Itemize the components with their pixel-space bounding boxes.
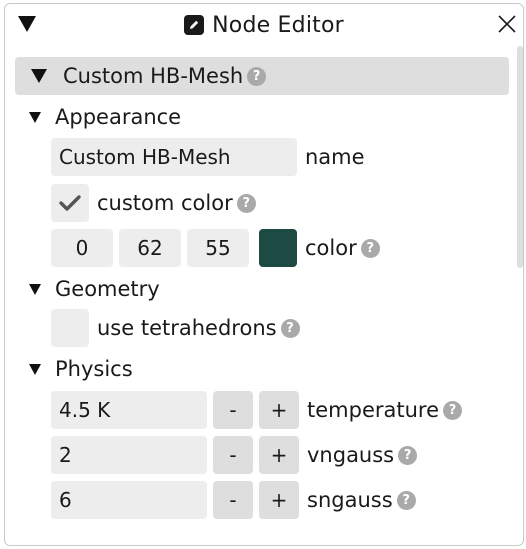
section-geometry-toggle[interactable]: Geometry [29, 274, 160, 304]
color-label-text: color [305, 236, 357, 260]
help-icon[interactable]: ? [443, 400, 462, 420]
help-icon[interactable]: ? [398, 445, 418, 465]
vngauss-increment-button[interactable]: + [259, 436, 299, 474]
color-row: 0 62 55 color ? [51, 229, 380, 267]
use-tetrahedrons-label: use tetrahedrons ? [97, 316, 300, 340]
name-input[interactable]: Custom HB-Mesh [51, 138, 297, 176]
use-tetrahedrons-label-text: use tetrahedrons [97, 316, 277, 340]
name-label: name [305, 145, 365, 169]
color-g-input[interactable]: 62 [119, 229, 181, 267]
temperature-row: 4.5 K - + temperature ? [51, 391, 462, 429]
node-editor-window: Node Editor Custom HB-Mesh ? Appearance … [4, 3, 524, 546]
temperature-label-text: temperature [307, 398, 439, 422]
sngauss-input[interactable]: 6 [51, 481, 207, 519]
use-tetrahedrons-checkbox[interactable] [51, 309, 89, 347]
pencil-square-icon [184, 15, 205, 35]
custom-color-label: custom color ? [97, 191, 256, 215]
custom-color-checkbox[interactable] [51, 184, 89, 222]
name-row: Custom HB-Mesh name [51, 138, 365, 176]
section-label-physics: Physics [55, 357, 133, 381]
vngauss-label: vngauss ? [307, 443, 418, 467]
section-physics-toggle[interactable]: Physics [29, 354, 133, 384]
vngauss-input[interactable]: 2 [51, 436, 207, 474]
section-label-geometry: Geometry [55, 277, 160, 301]
temperature-input[interactable]: 4.5 K [51, 391, 207, 429]
close-button[interactable] [493, 10, 521, 38]
help-icon[interactable]: ? [236, 193, 256, 213]
help-icon[interactable]: ? [280, 318, 300, 338]
triangle-down-icon [29, 363, 41, 375]
title-bar[interactable]: Node Editor [5, 4, 523, 46]
sngauss-label-text: sngauss [307, 488, 393, 512]
color-b-input[interactable]: 55 [187, 229, 249, 267]
color-swatch[interactable] [259, 229, 297, 267]
triangle-down-icon [29, 283, 41, 295]
window-title: Node Editor [212, 12, 344, 38]
temperature-increment-button[interactable]: + [259, 391, 299, 429]
triangle-down-icon [29, 111, 41, 123]
section-appearance-toggle[interactable]: Appearance [29, 102, 181, 132]
temperature-decrement-button[interactable]: - [213, 391, 253, 429]
triangle-down-icon [31, 69, 47, 83]
window-title-group: Node Editor [5, 11, 523, 39]
sngauss-increment-button[interactable]: + [259, 481, 299, 519]
checkmark-icon [59, 195, 81, 211]
color-r-input[interactable]: 0 [51, 229, 113, 267]
vngauss-decrement-button[interactable]: - [213, 436, 253, 474]
sngauss-decrement-button[interactable]: - [213, 481, 253, 519]
section-label-appearance: Appearance [55, 105, 182, 129]
vngauss-row: 2 - + vngauss ? [51, 436, 418, 474]
node-title: Custom HB-Mesh [63, 64, 244, 88]
temperature-label: temperature ? [307, 398, 462, 422]
sngauss-label: sngauss ? [307, 488, 416, 512]
custom-color-row: custom color ? [51, 184, 256, 222]
color-label: color ? [305, 236, 380, 260]
node-header-custom-hb-mesh[interactable]: Custom HB-Mesh ? [15, 57, 509, 95]
custom-color-label-text: custom color [97, 191, 233, 215]
use-tetrahedrons-row: use tetrahedrons ? [51, 309, 300, 347]
close-icon [498, 15, 516, 33]
vngauss-label-text: vngauss [307, 443, 395, 467]
sngauss-row: 6 - + sngauss ? [51, 481, 416, 519]
help-icon[interactable]: ? [360, 238, 380, 258]
scrollbar-thumb[interactable] [517, 46, 523, 268]
help-icon[interactable]: ? [396, 490, 416, 510]
help-icon[interactable]: ? [247, 66, 267, 86]
